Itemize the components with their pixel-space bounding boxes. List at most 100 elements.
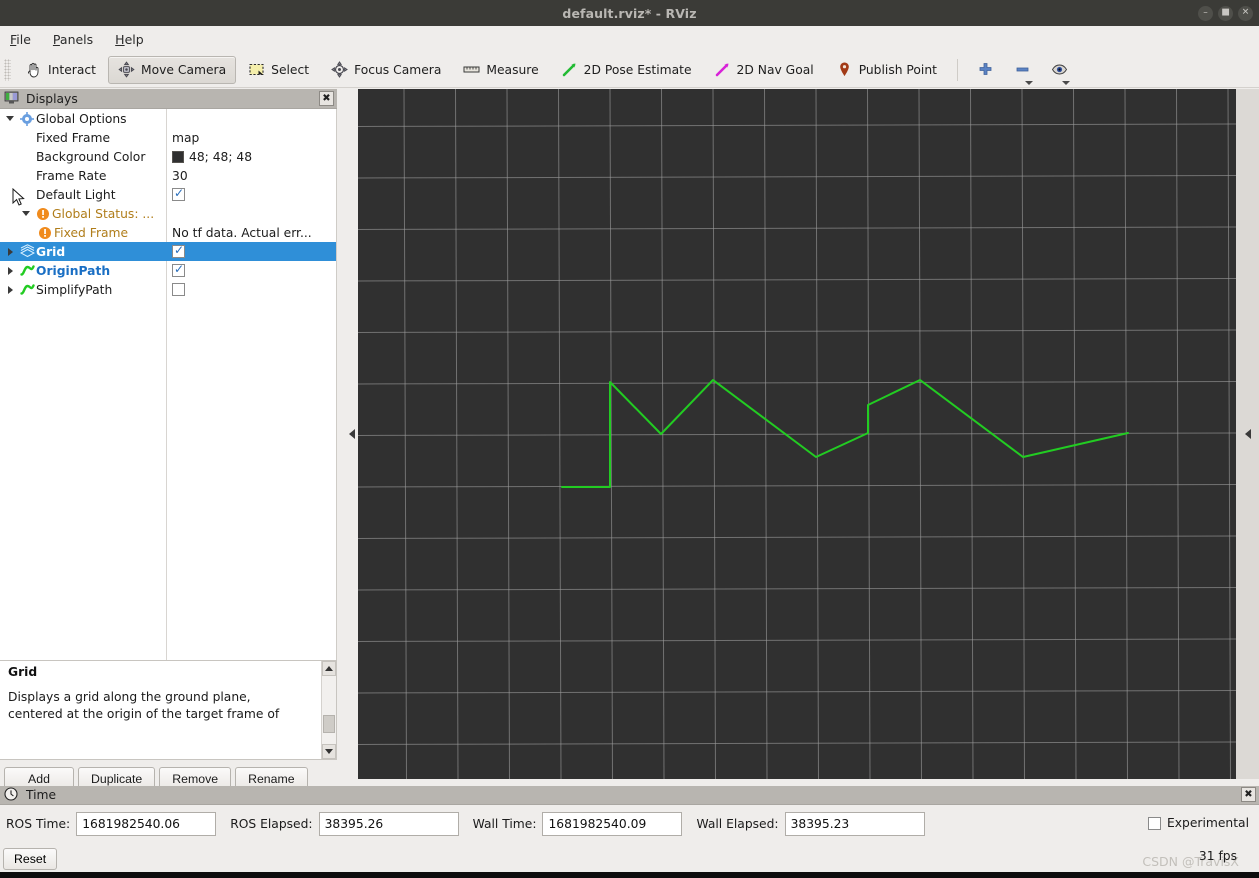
- tree-row-background-color[interactable]: Background Color 48; 48; 48: [0, 147, 336, 166]
- left-splitter-handle[interactable]: [345, 89, 358, 779]
- frame-rate-value[interactable]: 30: [172, 169, 188, 183]
- scene-svg: [358, 89, 1236, 779]
- tree-row-label: OriginPath: [36, 263, 111, 278]
- checkbox-simplifypath[interactable]: [172, 283, 185, 296]
- tree-row-status-fixed-frame[interactable]: Fixed Frame No tf data. Actual err...: [0, 223, 336, 242]
- tree-row-label: Global Status: ...: [52, 206, 155, 221]
- checkbox-originpath[interactable]: [172, 262, 185, 277]
- displays-panel-icon: [4, 90, 21, 107]
- select-rect-icon: [248, 61, 265, 78]
- description-body: Displays a grid along the ground plane, …: [8, 689, 328, 723]
- tree-row-frame-rate[interactable]: Frame Rate 30: [0, 166, 336, 185]
- fixed-frame-value[interactable]: map: [172, 131, 199, 145]
- color-swatch: [172, 150, 184, 163]
- tree-row-fixed-frame[interactable]: Fixed Frame map: [0, 128, 336, 147]
- minimize-button[interactable]: –: [1198, 5, 1213, 21]
- tree-row-simplifypath[interactable]: SimplifyPath: [0, 280, 336, 299]
- wall-time-field[interactable]: 1681982540.09: [542, 812, 683, 836]
- visibility-button[interactable]: [1042, 56, 1077, 85]
- window-controls: – ■ ✕: [1198, 0, 1253, 26]
- color-text: 48; 48; 48: [189, 149, 253, 164]
- wall-time-label: Wall Time:: [472, 817, 537, 831]
- toolbar-grip[interactable]: [4, 58, 11, 81]
- ros-elapsed-label: ROS Elapsed:: [230, 817, 313, 831]
- ros-time-field[interactable]: 1681982540.06: [76, 812, 217, 836]
- ruler-icon: [463, 61, 480, 78]
- experimental-toggle[interactable]: Experimental: [1147, 816, 1249, 830]
- chevron-down-icon: [1024, 81, 1033, 85]
- tool-interact[interactable]: Interact: [15, 56, 106, 84]
- tool-publish-point[interactable]: Publish Point: [826, 56, 947, 84]
- right-splitter-handle[interactable]: [1236, 89, 1259, 779]
- remove-tool-button[interactable]: [1005, 56, 1040, 85]
- expand-toggle[interactable]: [2, 247, 18, 256]
- add-tool-button[interactable]: [968, 56, 1003, 84]
- scroll-up-icon[interactable]: [322, 661, 336, 676]
- simplifypath-enabled-value[interactable]: [172, 283, 185, 296]
- tool-label: Move Camera: [140, 62, 227, 77]
- tree-row-label: Background Color: [36, 149, 146, 164]
- bottom-edge: [0, 872, 1259, 878]
- expand-toggle[interactable]: [2, 116, 18, 121]
- tree-row-label: Default Light: [36, 187, 116, 202]
- tool-select[interactable]: Select: [238, 56, 319, 84]
- tool-label: Select: [271, 62, 310, 77]
- tree-row-default-light[interactable]: Default Light: [0, 185, 336, 204]
- maximize-button[interactable]: ■: [1218, 5, 1233, 21]
- ros-time-label: ROS Time:: [6, 817, 71, 831]
- tool-measure[interactable]: Measure: [453, 56, 548, 84]
- tool-move-camera[interactable]: Move Camera: [107, 55, 237, 84]
- reset-button[interactable]: Reset: [3, 848, 58, 870]
- chevron-left-icon: [1244, 429, 1251, 439]
- tool-focus-camera[interactable]: Focus Camera: [321, 56, 451, 84]
- originpath-enabled-value[interactable]: [172, 262, 185, 277]
- pose-estimate-arrow-icon: [561, 61, 578, 78]
- grid-lines: [358, 89, 1236, 779]
- expand-toggle[interactable]: [18, 211, 34, 216]
- minus-icon: [1014, 61, 1033, 85]
- tree-row-originpath[interactable]: OriginPath: [0, 261, 336, 280]
- checkbox-experimental[interactable]: [1147, 816, 1161, 830]
- description-title: Grid: [8, 665, 38, 679]
- scrollbar-thumb[interactable]: [323, 715, 335, 733]
- description-scrollbar[interactable]: [321, 661, 336, 759]
- expand-toggle[interactable]: [2, 266, 18, 275]
- tree-row-label: Fixed Frame: [36, 130, 111, 145]
- chevron-right-icon: [7, 247, 13, 256]
- status-message: No tf data. Actual err...: [172, 225, 312, 240]
- tree-row-global-status[interactable]: Global Status: ...: [0, 204, 336, 223]
- experimental-label: Experimental: [1166, 816, 1249, 830]
- time-panel-close-icon[interactable]: ✖: [1241, 787, 1256, 802]
- tree-row-label: Grid: [36, 244, 66, 259]
- time-panel: Time ✖ ROS Time: 1681982540.06 ROS Elaps…: [0, 786, 1259, 874]
- grid-enabled-value[interactable]: [172, 243, 185, 258]
- window-title: default.rviz* - RViz: [562, 5, 697, 21]
- focus-camera-icon: [331, 61, 348, 78]
- tree-row-grid[interactable]: Grid: [0, 242, 336, 261]
- render-view-3d[interactable]: [358, 89, 1236, 779]
- default-light-value[interactable]: [172, 186, 185, 201]
- chevron-right-icon: [7, 266, 13, 275]
- tree-row-global-options[interactable]: Global Options: [0, 109, 336, 128]
- menu-item-file[interactable]: File: [8, 31, 33, 48]
- tool-label: Publish Point: [858, 62, 937, 77]
- checkbox-default-light[interactable]: [172, 186, 185, 201]
- expand-toggle[interactable]: [2, 285, 18, 294]
- grid-icon: [18, 244, 36, 259]
- checkbox-grid[interactable]: [172, 243, 185, 258]
- ros-elapsed-field[interactable]: 38395.26: [318, 812, 459, 836]
- wall-elapsed-field[interactable]: 38395.23: [784, 812, 925, 836]
- tree-row-label: SimplifyPath: [36, 282, 113, 297]
- tool-label: Focus Camera: [354, 62, 442, 77]
- scroll-down-icon[interactable]: [322, 744, 336, 759]
- displays-tree[interactable]: Global Options Fixed Frame map Backgroun…: [0, 109, 337, 660]
- displays-panel-close-icon[interactable]: ✖: [319, 91, 334, 106]
- menu-item-help[interactable]: Help: [113, 31, 146, 48]
- hand-icon: [25, 61, 42, 78]
- warning-icon: [34, 207, 52, 221]
- tool-2d-nav-goal[interactable]: 2D Nav Goal: [704, 56, 824, 84]
- tool-2d-pose-estimate[interactable]: 2D Pose Estimate: [551, 56, 702, 84]
- background-color-value[interactable]: 48; 48; 48: [172, 150, 252, 164]
- menu-item-panels[interactable]: Panels: [51, 31, 95, 48]
- close-button[interactable]: ✕: [1238, 5, 1253, 21]
